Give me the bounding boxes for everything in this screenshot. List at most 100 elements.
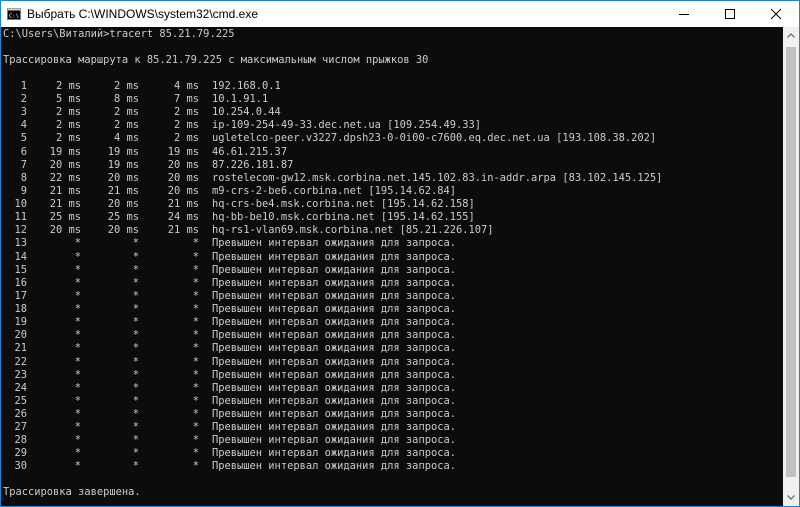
hop-host: ip-109-254-49-33.dec.net.ua [109.254.49.… — [212, 119, 481, 132]
hop-number: 29 — [14, 447, 27, 460]
hop-number: 12 — [14, 224, 27, 237]
console-output[interactable]: C:\Users\Виталий>tracert 85.21.79.225 Тр… — [1, 27, 783, 506]
hop-time: * — [74, 316, 81, 329]
hop-time: * — [74, 276, 81, 289]
hop-time: 2 ms — [55, 119, 81, 132]
hop-time: * — [74, 250, 81, 263]
hop-time: * — [74, 394, 81, 407]
hop-time: * — [192, 381, 199, 394]
hop-time: 2 ms — [173, 106, 199, 119]
close-button[interactable] — [753, 1, 799, 27]
hop-host: Превышен интервал ожидания для запроса. — [212, 303, 456, 316]
hop-number: 14 — [14, 250, 27, 263]
hop-time: 2 ms — [55, 80, 81, 92]
hop-host: Превышен интервал ожидания для запроса. — [212, 368, 456, 381]
hop-time: 20 ms — [49, 224, 81, 237]
hop-number: 28 — [14, 434, 27, 447]
hop-time: 20 ms — [167, 184, 199, 197]
hop-time: 7 ms — [173, 93, 199, 106]
hop-number: 20 — [14, 329, 27, 342]
maximize-button[interactable] — [707, 1, 753, 27]
hop-time: * — [74, 303, 81, 316]
hop-host: Превышен интервал ожидания для запроса. — [212, 329, 456, 342]
hop-time: 4 ms — [113, 132, 139, 145]
hop-host: Превышен интервал ожидания для запроса. — [212, 342, 456, 355]
hop-time: * — [192, 316, 199, 329]
hop-number: 10 — [14, 198, 27, 211]
hop-time: * — [132, 408, 139, 420]
hop-number: 3 — [20, 106, 27, 119]
hop-host: Превышен интервал ожидания для запроса. — [212, 237, 456, 250]
hop-time: * — [132, 434, 139, 447]
hop-number: 16 — [14, 276, 27, 289]
chevron-up-icon — [787, 33, 795, 38]
hop-time: * — [132, 276, 139, 289]
hop-time: * — [74, 447, 81, 460]
hop-time: 25 ms — [49, 211, 81, 224]
hop-host: Превышен интервал ожидания для запроса. — [212, 394, 456, 407]
hop-time: * — [132, 316, 139, 329]
trace-footer: Трассировка завершена. — [3, 486, 141, 498]
hop-time: * — [132, 329, 139, 342]
hop-host: Превышен интервал ожидания для запроса. — [212, 434, 456, 447]
hop-time: 19 ms — [107, 158, 139, 171]
hop-time: * — [132, 263, 139, 276]
hop-time: * — [132, 394, 139, 407]
hop-time: 8 ms — [113, 93, 139, 106]
hop-number: 4 — [20, 119, 27, 132]
hop-time: 21 ms — [49, 184, 81, 197]
vertical-scrollbar[interactable] — [783, 27, 799, 506]
hop-time: 20 ms — [49, 158, 81, 171]
hop-host: hq-crs-be4.msk.corbina.net [195.14.62.15… — [212, 198, 475, 211]
hop-time: * — [192, 421, 199, 434]
maximize-icon — [725, 9, 735, 19]
hop-time: * — [74, 408, 81, 420]
hop-time: * — [192, 460, 199, 473]
hop-time: * — [132, 250, 139, 263]
svg-text:C:\: C:\ — [9, 14, 19, 20]
hop-number: 7 — [20, 158, 27, 171]
title-bar[interactable]: C:\ Выбрать C:\WINDOWS\system32\cmd.exe — [1, 1, 799, 27]
hop-time: 20 ms — [107, 171, 139, 184]
hop-time: * — [192, 355, 199, 368]
hop-time: * — [132, 421, 139, 434]
hop-time: * — [192, 434, 199, 447]
hop-host: m9-crs-2-be6.corbina.net [195.14.62.84] — [212, 184, 456, 197]
hop-time: * — [192, 329, 199, 342]
hop-time: * — [192, 408, 199, 420]
hop-time: * — [192, 368, 199, 381]
hop-number: 2 — [20, 93, 27, 106]
hop-number: 24 — [14, 381, 27, 394]
minimize-button[interactable] — [661, 1, 707, 27]
hop-number: 21 — [14, 342, 27, 355]
hop-number: 22 — [14, 355, 27, 368]
window-title: Выбрать C:\WINDOWS\system32\cmd.exe — [27, 7, 259, 21]
hop-host: Превышен интервал ожидания для запроса. — [212, 289, 456, 302]
hop-time: * — [74, 421, 81, 434]
hop-time: 2 ms — [113, 119, 139, 132]
scroll-thumb[interactable] — [786, 47, 796, 477]
hop-time: * — [192, 394, 199, 407]
hop-number: 19 — [14, 316, 27, 329]
hop-time: * — [74, 434, 81, 447]
hop-number: 26 — [14, 408, 27, 420]
hop-time: * — [192, 250, 199, 263]
hop-host: Превышен интервал ожидания для запроса. — [212, 263, 456, 276]
hop-time: 2 ms — [55, 106, 81, 119]
hop-number: 5 — [20, 132, 27, 145]
hop-time: 2 ms — [113, 106, 139, 119]
hop-host: 10.1.91.1 — [212, 93, 269, 106]
hop-time: 2 ms — [113, 80, 139, 92]
hop-time: 2 ms — [173, 132, 199, 145]
scroll-up-button[interactable] — [783, 27, 799, 44]
hop-time: 25 ms — [107, 211, 139, 224]
hop-number: 13 — [14, 237, 27, 250]
hop-host: Превышен интервал ожидания для запроса. — [212, 250, 456, 263]
scroll-down-button[interactable] — [783, 489, 799, 506]
hop-time: 20 ms — [167, 171, 199, 184]
hop-time: * — [132, 289, 139, 302]
hop-host: Превышен интервал ожидания для запроса. — [212, 381, 456, 394]
hop-time: 22 ms — [49, 171, 81, 184]
hop-host: Превышен интервал ожидания для запроса. — [212, 355, 456, 368]
chevron-down-icon — [787, 495, 795, 500]
